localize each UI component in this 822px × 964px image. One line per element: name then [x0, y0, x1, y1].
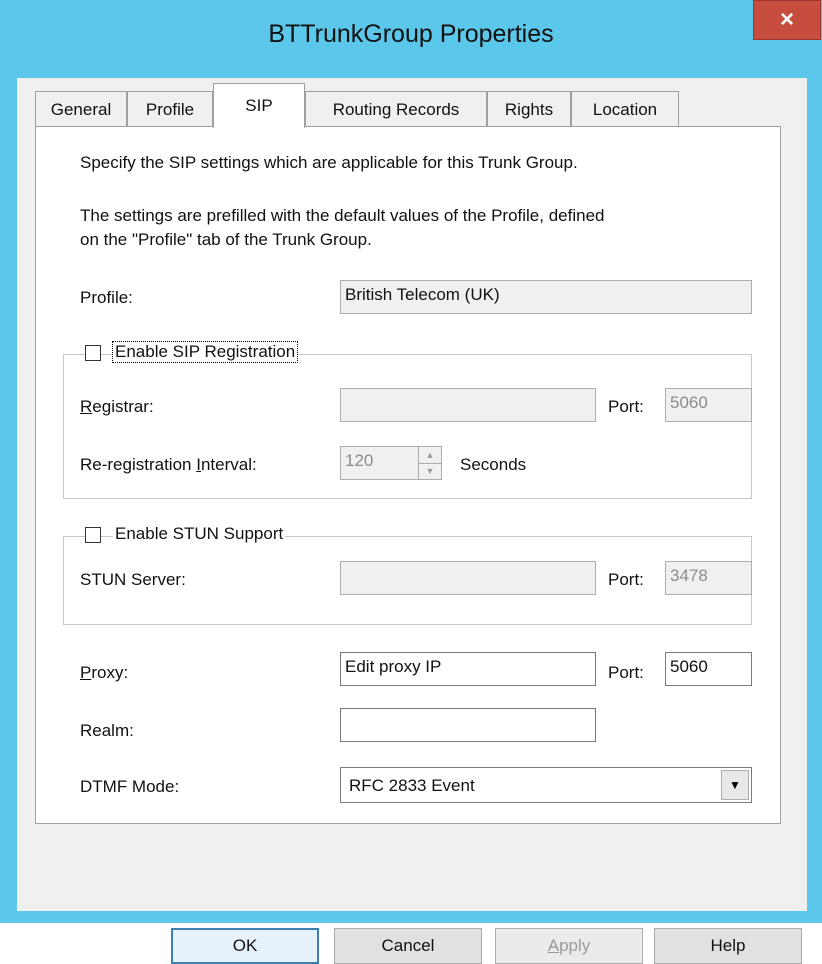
spin-up-icon[interactable]: ▲ [419, 447, 441, 464]
enable-sip-registration-checkbox[interactable] [85, 345, 101, 361]
spin-down-icon[interactable]: ▼ [419, 463, 441, 479]
proxy-mnemonic: P [80, 663, 92, 682]
apply-mnemonic: A [547, 936, 560, 955]
enable-stun-support-checkbox[interactable] [85, 527, 101, 543]
tab-label: Location [592, 99, 658, 119]
close-button[interactable]: × [753, 0, 821, 40]
registrar-port-label: Port: [608, 397, 644, 416]
interval-label-b: nterval: [200, 455, 257, 474]
tab-label: Profile [145, 99, 195, 119]
stun-server-label: STUN Server: [80, 570, 186, 589]
intro-text-2b: on the "Profile" tab of the Trunk Group. [80, 230, 372, 249]
stun-port-label: Port: [608, 570, 644, 589]
proxy-input[interactable]: Edit proxy IP [340, 652, 596, 686]
proxy-port-input[interactable]: 5060 [665, 652, 752, 686]
enable-stun-support-label[interactable]: Enable STUN Support [113, 524, 286, 544]
realm-input[interactable] [340, 708, 596, 742]
tab-label: General [50, 99, 112, 119]
tab-sip[interactable]: SIP [213, 83, 305, 128]
cancel-label: Cancel [381, 936, 435, 955]
proxy-label-text: roxy: [91, 663, 129, 682]
profile-label: Profile: [80, 288, 133, 307]
tab-profile[interactable]: Profile [127, 91, 213, 127]
help-label: Help [710, 936, 746, 955]
dtmf-mode-value: RFC 2833 Event [349, 776, 475, 795]
tab-label: Rights [504, 99, 554, 119]
properties-dialog: BTTrunkGroup Properties × General Profil… [0, 0, 822, 964]
ok-label: OK [232, 936, 258, 955]
proxy-label: Proxy: [80, 663, 128, 683]
reregistration-interval-input[interactable]: 120 [340, 446, 420, 480]
seconds-label: Seconds [460, 455, 527, 474]
stun-server-input[interactable] [340, 561, 596, 595]
close-icon: × [779, 6, 794, 33]
realm-label: Realm: [80, 721, 134, 740]
tab-label: SIP [245, 96, 273, 115]
tab-general[interactable]: General [35, 91, 127, 127]
registrar-label: Registrar: [80, 397, 154, 417]
registrar-port-value: 5060 [670, 393, 708, 412]
intro-text-2a: The settings are prefilled with the defa… [80, 206, 605, 225]
registrar-label-text: egistrar: [92, 397, 154, 416]
dtmf-mode-label: DTMF Mode: [80, 777, 180, 796]
tab-location[interactable]: Location [571, 91, 679, 127]
profile-field: British Telecom (UK) [340, 280, 752, 314]
proxy-port-label: Port: [608, 663, 644, 682]
proxy-port-value: 5060 [670, 657, 708, 676]
registrar-port-input[interactable]: 5060 [665, 388, 752, 422]
cancel-button[interactable]: Cancel [334, 928, 482, 964]
stun-port-value: 3478 [670, 566, 708, 585]
intro-text: Specify the SIP settings which are appli… [80, 153, 578, 172]
dtmf-mode-select[interactable]: RFC 2833 Event ▼ [340, 767, 752, 803]
interval-label-a: Re-registration [80, 455, 197, 474]
window-title: BTTrunkGroup Properties [268, 20, 554, 48]
proxy-value: Edit proxy IP [345, 657, 442, 676]
dropdown-arrow-icon[interactable]: ▼ [721, 770, 749, 800]
profile-value: British Telecom (UK) [345, 285, 500, 304]
interval-spinner[interactable]: ▲ ▼ [418, 446, 442, 480]
interval-value: 120 [345, 451, 374, 470]
apply-button[interactable]: Apply [495, 928, 643, 964]
title-bar[interactable]: BTTrunkGroup Properties [0, 0, 822, 78]
ok-button[interactable]: OK [171, 928, 319, 964]
reregistration-interval-label: Re-registration Interval: [80, 455, 257, 475]
enable-sip-registration-label[interactable]: Enable SIP Registration [111, 341, 299, 363]
registrar-input[interactable] [340, 388, 596, 422]
tab-rights[interactable]: Rights [487, 91, 571, 127]
stun-port-input[interactable]: 3478 [665, 561, 752, 595]
registrar-mnemonic: R [80, 397, 93, 416]
apply-label: pply [559, 936, 591, 955]
tab-routing-records[interactable]: Routing Records [305, 91, 487, 127]
tab-label: Routing Records [332, 99, 460, 119]
help-button[interactable]: Help [654, 928, 802, 964]
